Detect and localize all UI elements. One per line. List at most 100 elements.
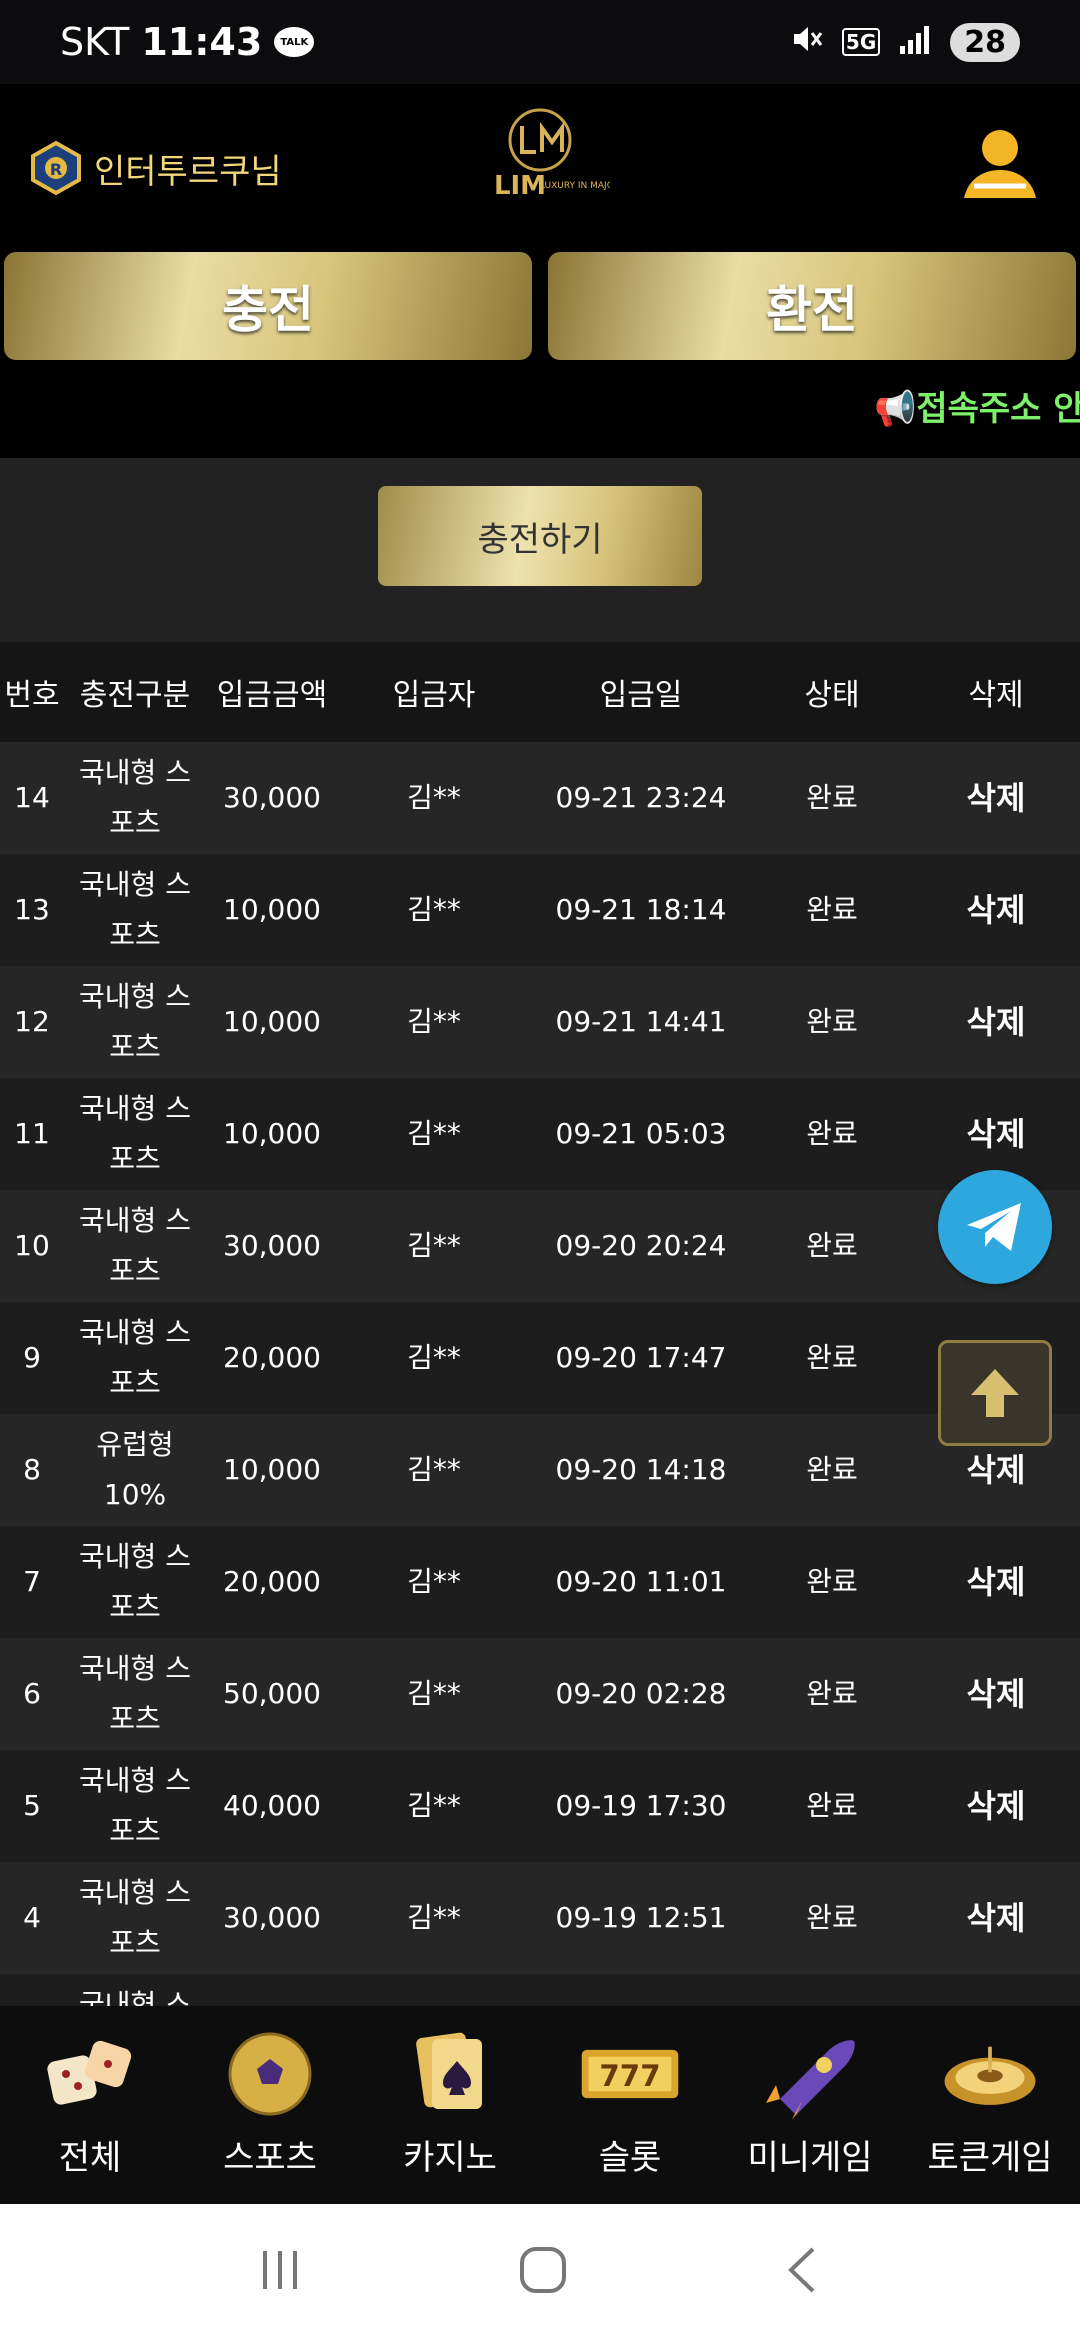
table-row: 7 국내형 스포츠 20,000 김** 09-20 11:01 완료 삭제 — [0, 1526, 1080, 1638]
depositor-name: 김** — [407, 1005, 461, 1038]
back-icon[interactable] — [783, 2245, 823, 2299]
deposit-amount: 20,000 — [223, 1341, 321, 1374]
charge-type: 국내형 스포츠 — [79, 1652, 191, 1735]
status-text: 완료 — [806, 1229, 858, 1262]
table-row: 4 국내형 스포츠 30,000 김** 09-19 12:51 완료 삭제 — [0, 1862, 1080, 1974]
delete-button[interactable]: 삭제 — [912, 966, 1080, 1078]
row-number: 12 — [14, 1005, 50, 1038]
battery-indicator: 28 — [950, 22, 1020, 62]
status-text: 완료 — [806, 1341, 858, 1374]
delete-button[interactable]: 삭제 — [912, 1638, 1080, 1750]
deposit-date: 09-21 23:24 — [555, 781, 727, 814]
row-number: 11 — [14, 1117, 50, 1150]
talk-notification-icon: TALK — [274, 27, 315, 57]
deposit-amount: 10,000 — [223, 1005, 321, 1038]
nav-casino[interactable]: 카지노 — [360, 2006, 540, 2204]
deposit-date: 09-21 18:14 — [555, 893, 727, 926]
table-row: 10 국내형 스포츠 30,000 김** 09-20 20:24 완료 — [0, 1190, 1080, 1302]
deposit-history-table: 번호 충전구분 입금금액 입금자 입금일 상태 삭제 14 국내형 스포츠 30,0… — [0, 642, 1080, 2006]
deposit-amount: 10,000 — [223, 893, 321, 926]
recent-apps-icon[interactable] — [257, 2247, 303, 2297]
status-text: 완료 — [806, 1677, 858, 1710]
notice-text: 📢접속주소 안 — [874, 389, 1080, 429]
deposit-amount — [206, 1974, 338, 2006]
depositor-name — [338, 1974, 530, 2006]
table-row: 8 유럽형 10% 10,000 김** 09-20 14:18 완료 삭제 — [0, 1414, 1080, 1526]
system-nav-bar — [0, 2204, 1080, 2340]
delete-button[interactable]: 삭제 — [912, 854, 1080, 966]
deposit-date: 09-21 05:03 — [555, 1117, 727, 1150]
column-header-amount: 입금금액 — [216, 678, 328, 713]
nav-label: 토큰게임 — [927, 2138, 1053, 2178]
transaction-tabs: 충전 환전 — [0, 252, 1080, 362]
user-info[interactable]: R 인터투르쿠님 — [28, 140, 282, 196]
status-text: 완료 — [806, 893, 858, 926]
telegram-button[interactable] — [938, 1170, 1052, 1284]
deposit-history-panel: 충전하기 번호 충전구분 입금금액 입금자 입금일 상태 삭제 14 국내형 스포… — [0, 458, 1080, 2006]
status-text — [752, 1974, 912, 2006]
notice-marquee: 📢접속주소 안 — [0, 375, 1080, 435]
deposit-date: 09-20 20:24 — [555, 1229, 727, 1262]
depositor-name: 김** — [407, 1565, 461, 1598]
slot-777-icon: 777 — [580, 2026, 680, 2122]
depositor-name: 김** — [407, 1677, 461, 1710]
telegram-icon — [967, 1203, 1021, 1251]
site-logo[interactable]: LIM LUXURY IN MAJOR — [470, 102, 620, 222]
row-number: 4 — [23, 1901, 41, 1934]
charge-type: 국내형 스포츠 — [79, 1764, 191, 1847]
clock: 11:43 — [141, 20, 263, 64]
charge-type: 국내형 스포 — [79, 1988, 191, 2006]
deposit-amount: 30,000 — [223, 1229, 321, 1262]
roulette-icon — [940, 2026, 1040, 2122]
nav-slot[interactable]: 777 슬롯 — [540, 2006, 720, 2204]
deposit-amount: 50,000 — [223, 1677, 321, 1710]
status-text: 완료 — [806, 1565, 858, 1598]
deposit-amount: 30,000 — [223, 1901, 321, 1934]
signal-icon — [898, 24, 932, 61]
home-icon[interactable] — [518, 2245, 568, 2299]
charge-type: 국내형 스포츠 — [79, 1540, 191, 1623]
column-header-date: 입금일 — [599, 678, 683, 713]
charge-type: 국내형 스포츠 — [79, 1204, 191, 1287]
delete-button[interactable]: 삭제 — [912, 1862, 1080, 1974]
table-row: 14 국내형 스포츠 30,000 김** 09-21 23:24 완료 삭제 — [0, 742, 1080, 854]
depositor-name: 김** — [407, 1901, 461, 1934]
status-text: 완료 — [806, 1901, 858, 1934]
status-text: 완료 — [806, 1453, 858, 1486]
logo-text: LIM — [494, 171, 546, 201]
nav-label: 전체 — [58, 2138, 122, 2178]
soccer-ball-icon — [220, 2026, 320, 2122]
charge-button[interactable]: 충전 — [4, 252, 532, 360]
arrow-up-icon — [971, 1369, 1019, 1417]
charge-request-button[interactable]: 충전하기 — [378, 486, 702, 586]
scroll-to-top-button[interactable] — [938, 1340, 1052, 1446]
row-number: 13 — [14, 893, 50, 926]
username: 인터투르쿠님 — [94, 151, 282, 192]
charge-type: 국내형 스포츠 — [79, 868, 191, 951]
deposit-date — [530, 1974, 752, 2006]
deposit-amount: 30,000 — [223, 781, 321, 814]
depositor-name: 김** — [407, 1789, 461, 1822]
svg-text:R: R — [50, 160, 62, 179]
charge-type: 국내형 스포츠 — [79, 1092, 191, 1175]
mute-icon — [790, 22, 824, 63]
status-bar: SKT 11:43 TALK 5G 28 — [0, 0, 1080, 84]
app-header: R 인터투르쿠님 LIM LUXURY IN MAJOR — [0, 84, 1080, 254]
delete-button[interactable]: 삭제 — [912, 1526, 1080, 1638]
delete-button[interactable]: 삭제 — [912, 742, 1080, 854]
column-header-delete: 삭제 — [968, 678, 1024, 713]
table-row: 11 국내형 스포츠 10,000 김** 09-21 05:03 완료 삭제 — [0, 1078, 1080, 1190]
nav-sports[interactable]: 스포츠 — [180, 2006, 360, 2204]
nav-minigame[interactable]: 미니게임 — [720, 2006, 900, 2204]
row-number: 8 — [23, 1453, 41, 1486]
status-text: 완료 — [806, 781, 858, 814]
nav-all[interactable]: 전체 — [0, 2006, 180, 2204]
nav-token-game[interactable]: 토큰게임 — [900, 2006, 1080, 2204]
row-number: 10 — [14, 1229, 50, 1262]
delete-button[interactable]: 삭제 — [912, 1750, 1080, 1862]
deposit-amount: 20,000 — [223, 1565, 321, 1598]
exchange-button[interactable]: 환전 — [548, 252, 1076, 360]
table-row: 국내형 스포 — [0, 1974, 1080, 2006]
nav-label: 미니게임 — [747, 2138, 873, 2178]
profile-icon[interactable] — [960, 124, 1040, 204]
